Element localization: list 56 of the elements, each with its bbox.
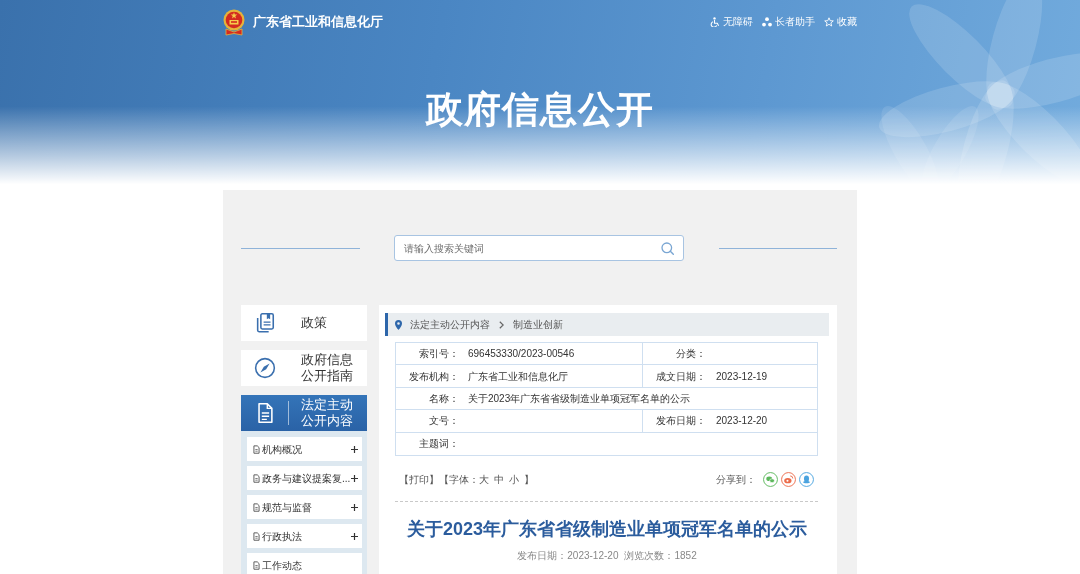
share-label: 分享到： bbox=[716, 473, 756, 488]
field-label: 发布机构： bbox=[409, 370, 459, 382]
chevron-right-icon bbox=[499, 320, 504, 329]
submenu-item[interactable]: 机构概况 bbox=[247, 437, 362, 461]
location-pin-icon bbox=[395, 319, 402, 330]
page-icon bbox=[253, 560, 260, 570]
field-label: 文号： bbox=[429, 415, 459, 427]
font-size-label: 【字体： bbox=[439, 473, 479, 488]
site-title: 广东省工业和信息化厅 bbox=[253, 13, 383, 32]
field-label: 名称： bbox=[429, 392, 459, 404]
font-size-link[interactable]: 小 bbox=[509, 472, 519, 488]
breadcrumb-link[interactable]: 制造业创新 bbox=[513, 317, 563, 332]
wheelchair-icon bbox=[710, 17, 720, 27]
field-label: 分类： bbox=[676, 348, 706, 360]
field-label: 发布日期： bbox=[656, 415, 706, 427]
plus-icon[interactable] bbox=[351, 445, 358, 453]
submenu-item[interactable]: 规范与监督 bbox=[247, 495, 362, 519]
sidebar-item[interactable]: 政府信息公开指南 bbox=[241, 350, 367, 386]
print-link[interactable]: 【打印】 bbox=[399, 472, 439, 488]
page-icon bbox=[253, 502, 260, 512]
page-icon bbox=[253, 531, 260, 541]
plus-icon[interactable] bbox=[351, 474, 358, 482]
field-value: 2023-12-19 bbox=[716, 369, 768, 384]
plus-icon[interactable] bbox=[351, 532, 358, 540]
eye-icon[interactable] bbox=[781, 472, 796, 488]
field-label: 主题词： bbox=[419, 438, 459, 450]
sidebar-item[interactable]: 法定主动公开内容 bbox=[241, 395, 367, 431]
search-field[interactable]: 请输入搜索关键词 bbox=[394, 235, 684, 261]
sidebar-item[interactable]: 政策 bbox=[241, 305, 367, 341]
submenu-item[interactable]: 行政执法 bbox=[247, 524, 362, 548]
font-size-link[interactable]: 大 bbox=[479, 472, 489, 488]
page-icon bbox=[253, 444, 260, 454]
field-label: 索引号： bbox=[419, 348, 459, 360]
font-size-link[interactable]: 中 bbox=[494, 472, 504, 488]
field-value: 广东省工业和信息化厅 bbox=[468, 369, 568, 384]
submenu-item[interactable]: 工作动态 bbox=[247, 553, 362, 574]
breadcrumb-link[interactable]: 法定主动公开内容 bbox=[410, 317, 490, 332]
compass-icon bbox=[254, 357, 276, 379]
article-meta-text: 发布日期：2023-12-20 bbox=[517, 549, 619, 562]
submenu-item[interactable]: 政务与建议提案复... bbox=[247, 466, 362, 490]
plus-icon[interactable] bbox=[351, 503, 358, 511]
page-icon bbox=[253, 473, 260, 483]
search-icon[interactable] bbox=[661, 241, 674, 255]
field-value: 关于2023年广东省省级制造业单项冠军名单的公示 bbox=[468, 391, 691, 406]
field-label: 成文日期： bbox=[656, 370, 706, 382]
bracket-text: 】 bbox=[524, 473, 534, 488]
person-icon[interactable] bbox=[799, 472, 814, 488]
field-value: 696453330/2023-00546 bbox=[468, 347, 575, 362]
star-icon bbox=[824, 17, 834, 27]
article-title: 关于2023年广东省省级制造业单项冠军名单的公示 bbox=[406, 517, 807, 540]
emblem-icon bbox=[223, 8, 245, 36]
field-value: 2023-12-20 bbox=[716, 414, 768, 429]
page-title: 政府信息公开 bbox=[426, 90, 654, 130]
documents-icon bbox=[254, 312, 276, 334]
article-meta-text: 浏览次数：1852 bbox=[624, 549, 697, 562]
people-icon bbox=[762, 17, 772, 27]
